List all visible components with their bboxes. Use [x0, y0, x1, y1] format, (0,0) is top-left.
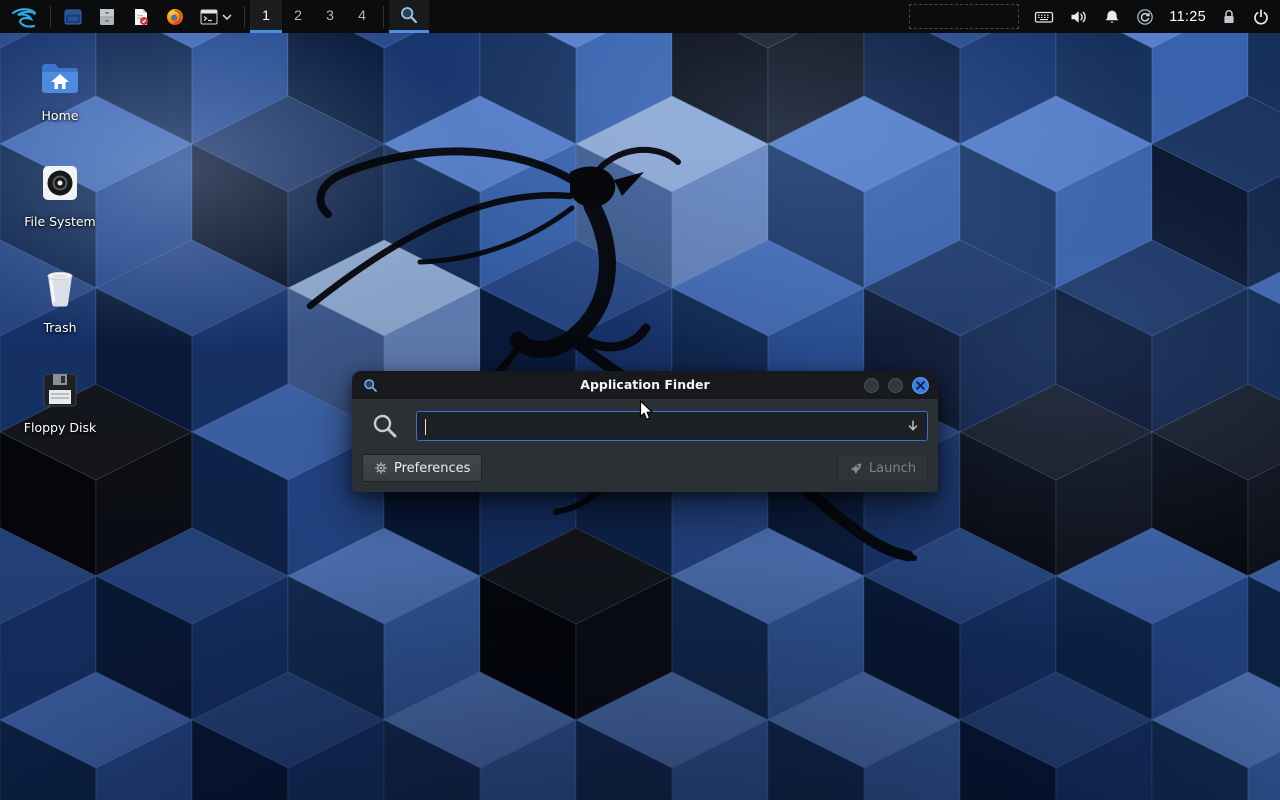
workspace-label: 2 — [294, 7, 302, 23]
desktop-icon-label: Trash — [43, 320, 76, 335]
file-manager-launcher[interactable] — [90, 0, 124, 33]
top-panel: 1 2 3 4 — [0, 0, 1280, 33]
workspace-button-3[interactable]: 3 — [314, 0, 346, 33]
power-icon — [1252, 8, 1270, 26]
blue-window-icon — [63, 7, 83, 27]
floppy-disk-icon — [42, 372, 78, 408]
desktop-icon-home[interactable]: Home — [8, 60, 112, 123]
gear-icon — [374, 461, 388, 475]
taskbar-item-application-finder[interactable] — [389, 0, 429, 33]
preferences-label: Preferences — [394, 461, 470, 476]
workspace-switcher: 1 2 3 4 — [250, 0, 378, 33]
clock-text: 11:25 — [1169, 9, 1206, 25]
bell-icon — [1103, 8, 1121, 26]
desktop-icon-floppy-disk[interactable]: Floppy Disk — [8, 372, 112, 435]
minimize-button[interactable] — [864, 378, 879, 393]
chevron-down-icon — [222, 13, 232, 21]
preferences-button[interactable]: Preferences — [362, 454, 482, 482]
panel-clock[interactable]: 11:25 — [1169, 0, 1206, 33]
keyboard-indicator[interactable] — [1034, 0, 1054, 33]
document-icon — [131, 7, 151, 27]
home-folder-icon — [40, 60, 80, 96]
panel-separator — [383, 6, 384, 28]
systray-placeholder — [909, 4, 1019, 29]
text-caret — [425, 419, 426, 435]
firefox-icon — [165, 7, 185, 27]
history-dropdown-button[interactable] — [902, 414, 924, 438]
search-entry — [416, 411, 928, 441]
workspace-button-1[interactable]: 1 — [250, 0, 282, 33]
workspace-button-2[interactable]: 2 — [282, 0, 314, 33]
maximize-button[interactable] — [888, 378, 903, 393]
logout-button[interactable] — [1252, 0, 1270, 33]
volume-icon — [1069, 8, 1088, 26]
kali-logo-icon — [10, 4, 38, 30]
launch-rocket-icon — [849, 461, 863, 475]
application-finder-window: Application Finder — [352, 371, 938, 492]
workspace-button-4[interactable]: 4 — [346, 0, 378, 33]
trash-can-icon — [42, 268, 78, 308]
workspace-label: 4 — [358, 7, 366, 23]
window-title: Application Finder — [352, 371, 938, 399]
keyboard-icon — [1034, 8, 1054, 26]
down-arrow-icon — [906, 419, 920, 433]
hard-disk-icon — [41, 164, 79, 202]
lock-icon — [1221, 8, 1237, 26]
blue-window-launcher[interactable] — [56, 0, 90, 33]
terminal-icon — [199, 7, 219, 27]
panel-separator — [50, 6, 51, 28]
updates-indicator[interactable] — [1136, 0, 1154, 33]
launch-label: Launch — [869, 461, 916, 476]
desktop-icon-label: File System — [24, 214, 96, 229]
close-button[interactable] — [912, 377, 929, 394]
search-row — [352, 399, 938, 441]
magnifier-icon — [399, 5, 419, 25]
search-input[interactable] — [417, 412, 927, 440]
file-cabinet-icon — [97, 7, 117, 27]
terminal-launcher[interactable] — [192, 0, 239, 33]
firefox-launcher[interactable] — [158, 0, 192, 33]
search-icon — [372, 413, 398, 439]
titlebar[interactable]: Application Finder — [352, 371, 938, 399]
action-row: Preferences Launch — [352, 441, 938, 492]
applications-menu-button[interactable] — [3, 0, 45, 33]
text-editor-launcher[interactable] — [124, 0, 158, 33]
desktop-icon-label: Floppy Disk — [24, 420, 96, 435]
refresh-circle-icon — [1136, 8, 1154, 26]
close-icon — [916, 381, 925, 390]
desktop-icon-trash[interactable]: Trash — [8, 268, 112, 335]
panel-separator — [244, 6, 245, 28]
launch-button[interactable]: Launch — [837, 454, 928, 482]
desktop-icon-label: Home — [42, 108, 79, 123]
notifications-indicator[interactable] — [1103, 0, 1121, 33]
screen-lock-button[interactable] — [1221, 0, 1237, 33]
workspace-label: 3 — [326, 7, 334, 23]
volume-indicator[interactable] — [1069, 0, 1088, 33]
desktop-icon-file-system[interactable]: File System — [8, 164, 112, 229]
workspace-label: 1 — [262, 7, 270, 23]
